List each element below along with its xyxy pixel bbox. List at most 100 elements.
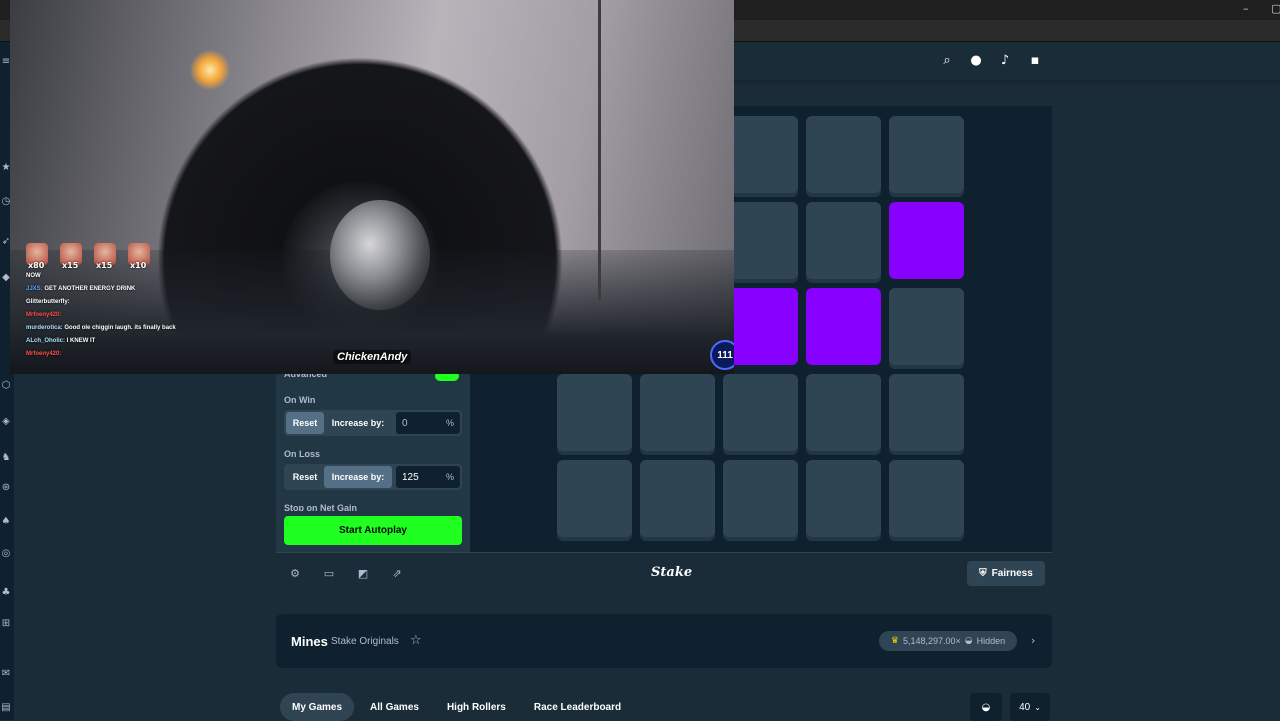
emote: x80: [26, 243, 48, 270]
chat-user: Glitterbutterfly:: [26, 299, 70, 305]
percent-icon: %: [445, 418, 454, 428]
mine-tile[interactable]: [557, 374, 632, 451]
originals-icon[interactable]: ⊛: [0, 482, 12, 493]
stop-on-net-gain-label: Stop on Net Gain: [284, 503, 357, 511]
mine-tile[interactable]: [806, 460, 881, 537]
chevron-right-icon[interactable]: ›: [1031, 634, 1035, 647]
tab-high-rollers[interactable]: High Rollers: [435, 693, 518, 721]
chat-line: NOW: [26, 270, 206, 283]
chat-user: NOW: [26, 273, 41, 279]
blackjack-icon[interactable]: ♠: [0, 516, 12, 527]
chat-line: Mrfoeny420:: [26, 348, 206, 361]
docs-icon[interactable]: ▤: [0, 702, 12, 713]
slots-icon[interactable]: ⬡: [0, 380, 12, 391]
chat-user: Mrfoeny420:: [26, 312, 62, 318]
on-win-reset-button[interactable]: Reset: [286, 412, 324, 434]
chat-user: ALch_Oholic:: [26, 338, 66, 344]
percent-icon: %: [445, 472, 454, 482]
stream-webcam-overlay: x80 x15 x15 x10 NOW JJXS: GET ANOTHER EN…: [10, 0, 734, 374]
incognito-icon: ◒: [981, 701, 991, 713]
live-casino-icon[interactable]: ◈: [0, 416, 12, 427]
baccarat-icon[interactable]: ♣: [0, 587, 12, 598]
start-autoplay-button[interactable]: Start Autoplay: [284, 516, 462, 545]
mine-tile[interactable]: [889, 460, 964, 537]
chat-text: I KNEW IT: [66, 338, 96, 344]
settings-icon[interactable]: ⚙: [288, 566, 302, 580]
theatre-mode-icon[interactable]: ▭: [322, 566, 336, 580]
mine-tile[interactable]: [806, 202, 881, 279]
chevron-down-icon: ⌄: [1034, 702, 1041, 712]
gift-icon[interactable]: ✉: [0, 668, 12, 679]
chat-line: ALch_Oholic: I KNEW IT: [26, 335, 206, 348]
chat-user: murderotica:: [26, 325, 63, 331]
roulette-icon[interactable]: ◎: [0, 548, 12, 559]
mine-tile-selected[interactable]: [889, 202, 964, 279]
hidden-label: Hidden: [976, 636, 1006, 646]
mine-tile[interactable]: [889, 116, 964, 193]
emote-count: x80: [28, 261, 45, 270]
stream-headlight: [190, 50, 230, 90]
game-subtitle[interactable]: Stake Originals: [331, 636, 399, 647]
tab-all-games[interactable]: All Games: [358, 693, 431, 721]
mine-tile[interactable]: [557, 460, 632, 537]
chat-user: JJXS:: [26, 286, 43, 292]
providers-icon[interactable]: ⊞: [0, 618, 12, 629]
on-loss-label: On Loss: [284, 449, 321, 459]
on-loss-increase-button[interactable]: Increase by:: [324, 466, 392, 488]
tab-my-games[interactable]: My Games: [280, 693, 355, 721]
fairness-button[interactable]: ⛨ Fairness: [967, 561, 1045, 586]
user-icon[interactable]: ●: [968, 52, 984, 68]
mine-tile-selected[interactable]: [723, 288, 798, 365]
stake-logo: Stake: [651, 565, 693, 580]
on-loss-reset-button[interactable]: Reset: [286, 466, 324, 488]
mine-tile[interactable]: [806, 374, 881, 451]
emote-count: x15: [96, 261, 113, 270]
on-win-input[interactable]: 0 %: [396, 412, 460, 434]
stream-panel-line: [598, 0, 601, 300]
stream-emote-combo: x80 x15 x15 x10: [26, 243, 150, 270]
on-loss-control: Reset Increase by: 125 %: [284, 464, 462, 490]
mine-tile[interactable]: [723, 116, 798, 193]
mine-tile[interactable]: [723, 202, 798, 279]
incognito-icon: ◒: [964, 636, 973, 646]
game-shows-icon[interactable]: ♞: [0, 452, 12, 463]
tab-race-leaderboard[interactable]: Race Leaderboard: [522, 693, 633, 721]
chat-line: Glitterbutterfly:: [26, 296, 206, 309]
search-icon[interactable]: ⌕: [939, 52, 955, 68]
page-size-value: 40: [1019, 701, 1031, 713]
on-win-control: Reset Increase by: 0 %: [284, 410, 462, 436]
minimize-icon[interactable]: –: [1243, 2, 1249, 15]
shield-icon: ⛨: [979, 568, 987, 579]
mine-tile[interactable]: [723, 460, 798, 537]
favorite-star-icon[interactable]: ☆: [410, 633, 422, 648]
stats-icon[interactable]: ◩: [356, 566, 370, 580]
stream-chat: NOW JJXS: GET ANOTHER ENERGY DRINK Glitt…: [26, 270, 206, 361]
mine-tile-selected[interactable]: [806, 288, 881, 365]
emote-count: x15: [62, 261, 79, 270]
mine-tile[interactable]: [640, 460, 715, 537]
chat-line: murderotica: Good ole chiggin laugh. its…: [26, 322, 206, 335]
mine-tile[interactable]: [806, 116, 881, 193]
max-win-value: 5,148,297.00×: [902, 636, 961, 646]
chat-line: Mrfoeny420:: [26, 309, 206, 322]
fairness-label: Fairness: [991, 568, 1033, 579]
mine-tile[interactable]: [640, 374, 715, 451]
chat-text: Good ole chiggin laugh. its finally back: [64, 325, 176, 331]
on-loss-input[interactable]: 125 %: [396, 466, 460, 488]
chat-text: GET ANOTHER ENERGY DRINK: [44, 286, 136, 292]
mine-tile[interactable]: [723, 374, 798, 451]
stream-wheel-hub: [330, 200, 430, 310]
chat-icon[interactable]: ▪: [1027, 52, 1043, 68]
mine-tile[interactable]: [889, 374, 964, 451]
mine-tile[interactable]: [889, 288, 964, 365]
maximize-icon[interactable]: ▢: [1271, 2, 1280, 15]
incognito-toggle-button[interactable]: ◒: [970, 693, 1002, 721]
emote: x15: [60, 243, 82, 270]
page-size-select[interactable]: 40 ⌄: [1010, 693, 1050, 721]
bell-icon[interactable]: ♪: [997, 52, 1013, 68]
chat-line: JJXS: GET ANOTHER ENERGY DRINK: [26, 283, 206, 296]
popout-icon[interactable]: ⇗: [390, 566, 404, 580]
game-title: Mines: [291, 634, 328, 649]
on-win-increase-button[interactable]: Increase by:: [324, 412, 392, 434]
emote: x10: [128, 243, 150, 270]
